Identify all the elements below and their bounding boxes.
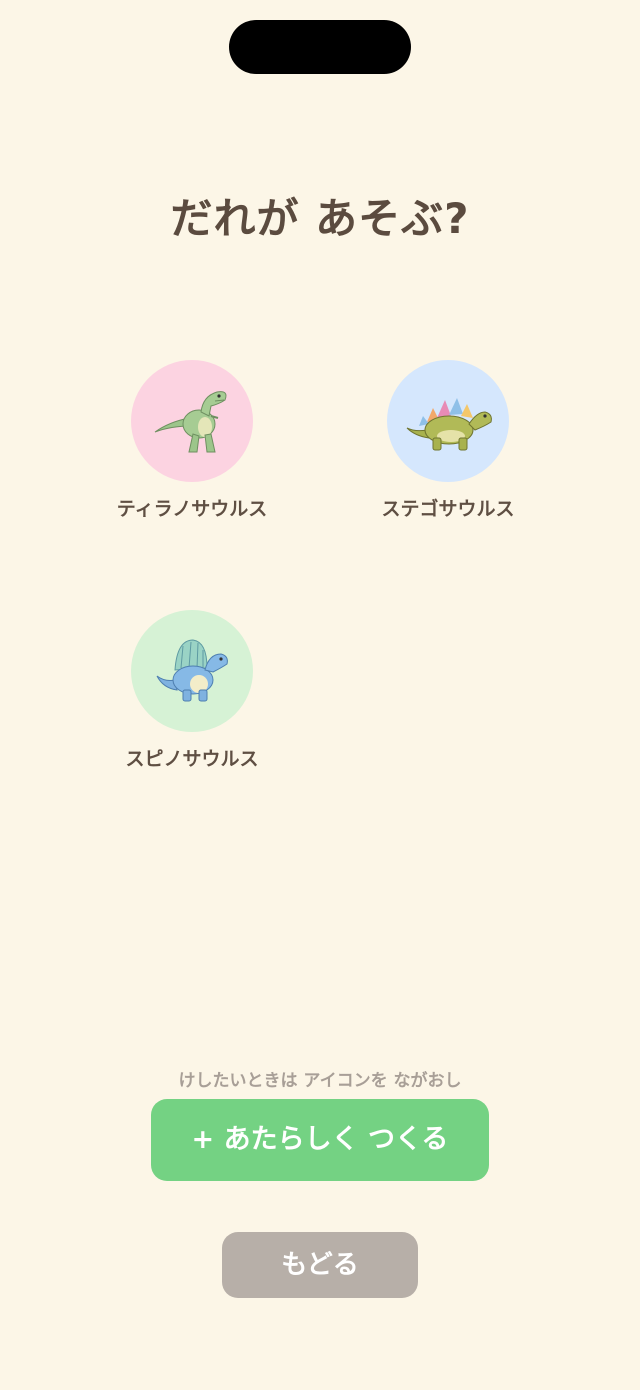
hint-text: けしたいときは アイコンを ながおし [178, 1071, 462, 1091]
spinosaurus-icon [156, 639, 228, 702]
t-rex-icon [154, 391, 227, 453]
profile-label: スピノサウルス [125, 748, 259, 770]
avatar[interactable] [131, 610, 253, 732]
profile-spinosaurus[interactable]: スピノサウルス [82, 610, 302, 771]
profile-trex[interactable]: ティラノサウルス [82, 360, 302, 521]
dynamic-island [229, 20, 411, 74]
stegosaurus-icon [406, 398, 492, 451]
back-button[interactable]: もどる [222, 1232, 418, 1298]
avatar[interactable] [387, 360, 509, 482]
profile-stegosaurus[interactable]: ステゴサウルス [338, 360, 558, 521]
page-title: だれが あそぶ? [170, 194, 470, 243]
create-new-button[interactable]: + あたらしく つくる [151, 1099, 489, 1181]
profile-label: ティラノサウルス [116, 498, 268, 520]
avatar[interactable] [131, 360, 253, 482]
profile-label: ステゴサウルス [381, 498, 515, 520]
